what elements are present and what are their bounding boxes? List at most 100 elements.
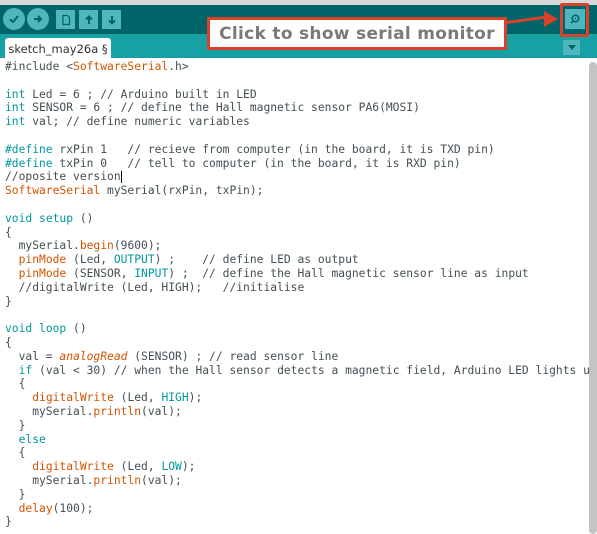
editor-scrollbar[interactable] [589,62,597,534]
code-line[interactable]: else [5,433,583,447]
code-function: SoftwareSerial [73,60,169,73]
code-text: (val < 30) // when the Hall sensor detec… [32,363,597,377]
code-text: .h> [168,60,189,73]
code-line[interactable]: digitalWrite (Led, LOW); [5,460,583,474]
code-keyword: void [5,211,33,225]
code-text: { [5,446,26,460]
code-line[interactable]: } [5,419,583,433]
code-keyword: else [18,432,46,446]
code-text: mySerial(rxPin, txPin); [100,184,264,198]
code-line[interactable]: digitalWrite (Led, HIGH); [5,391,583,405]
code-text: } [5,418,26,432]
code-text: val; // define numeric variables [25,115,250,129]
code-text: { [5,335,12,349]
code-line[interactable]: mySerial.begin(9600); [5,239,583,253]
save-sketch-button[interactable] [102,10,121,29]
code-keyword: loop [39,322,67,336]
code-function: pinMode [18,253,67,267]
code-text: (SENSOR) ; // read sensor line [127,349,339,363]
code-keyword: LOW [161,460,182,474]
code-line[interactable]: //oposite version [5,170,583,184]
code-line[interactable]: #include <SoftwareSerial.h> [5,60,583,74]
code-line[interactable]: mySerial.println(val); [5,405,583,419]
code-text: mySerial. [5,239,80,253]
code-text: (SENSOR, [66,266,135,280]
tab-menu-button[interactable] [563,40,580,55]
code-text: ) ; // define LED as output [154,253,359,267]
document-icon [61,14,70,25]
arrow-right-icon [34,15,43,23]
code-line[interactable]: delay(100); [5,502,583,516]
code-line[interactable]: #define rxPin 1 // recieve from computer… [5,143,583,157]
code-line[interactable] [5,308,583,322]
code-line[interactable]: } [5,295,583,309]
code-keyword: #define [5,156,53,170]
code-line[interactable]: if (val < 30) // when the Hall sensor de… [5,363,597,378]
code-text: (Led, [113,460,162,474]
code-keyword: int [5,87,26,101]
code-line[interactable]: #define txPin 0 // tell to computer (in … [5,157,583,171]
code-line[interactable]: pinMode (Led, OUTPUT) ; // define LED as… [5,253,583,267]
code-line[interactable]: { [5,446,583,460]
tab-sketch[interactable]: sketch_may26a § [5,38,111,60]
code-line[interactable]: int SENSOR = 6 ; // define the Hall magn… [5,101,583,115]
code-line[interactable]: { [5,377,583,391]
code-line[interactable] [5,198,583,212]
code-keyword: OUTPUT [113,253,155,267]
code-text: //digitalWrite (Led, HIGH); //initialise [5,280,305,294]
code-function: digitalWrite [32,391,114,405]
code-line[interactable]: val = analogRead (SENSOR) ; // read sens… [5,350,583,364]
code-text: txPin 0 // tell to computer (in the boar… [52,156,461,170]
tab-label: sketch_may26a § [8,42,108,56]
arrow-down-icon [107,15,116,25]
code-keyword: int [5,101,26,115]
code-keyword: INPUT [134,266,169,280]
code-line[interactable]: int Led = 6 ; // Arduino built in LED [5,88,583,102]
code-keyword: if [18,363,33,377]
code-text: () [66,322,87,336]
code-line[interactable]: void setup () [5,212,583,226]
serial-monitor-highlight-box [560,3,589,37]
code-line[interactable]: pinMode (SENSOR, INPUT) ; // define the … [5,267,583,281]
code-keyword: setup [39,211,74,225]
code-text: (val); [141,473,182,487]
code-line[interactable]: SoftwareSerial mySerial(rxPin, txPin); [5,184,583,198]
code-function: delay [18,501,53,515]
code-keyword: HIGH [161,391,189,405]
code-text: val = [5,349,60,363]
code-line[interactable]: void loop () [5,322,583,336]
code-keyword: int [5,115,26,129]
new-sketch-button[interactable] [56,10,75,29]
code-keyword: #define [5,142,53,156]
open-sketch-button[interactable] [79,10,98,29]
code-text: (Led, [113,391,162,405]
annotation-arrow-head [544,11,558,27]
arrow-up-icon [84,14,93,24]
code-line[interactable] [5,129,583,143]
code-text: () [73,211,94,225]
code-text: (val); [141,404,182,418]
code-text: ); [181,460,196,474]
code-function: SoftwareSerial [5,184,101,198]
code-line[interactable]: mySerial.println(val); [5,474,583,488]
code-editor[interactable]: #include <SoftwareSerial.h> int Led = 6 ;… [0,58,597,534]
code-line[interactable] [5,74,583,88]
text-caret [120,171,122,184]
code-line[interactable]: { [5,226,583,240]
code-line[interactable]: } [5,488,583,502]
code-text: ); [188,391,203,405]
code-line[interactable]: { [5,336,583,350]
upload-button[interactable] [27,8,49,30]
callout-text: Click to show serial monitor [219,23,495,44]
code-line[interactable]: int val; // define numeric variables [5,115,583,129]
code-line[interactable]: } [5,515,583,529]
code-text: { [5,225,12,239]
code-line[interactable]: //digitalWrite (Led, HIGH); //initialise [5,281,583,295]
verify-button[interactable] [3,8,25,30]
code-function: digitalWrite [32,460,114,474]
